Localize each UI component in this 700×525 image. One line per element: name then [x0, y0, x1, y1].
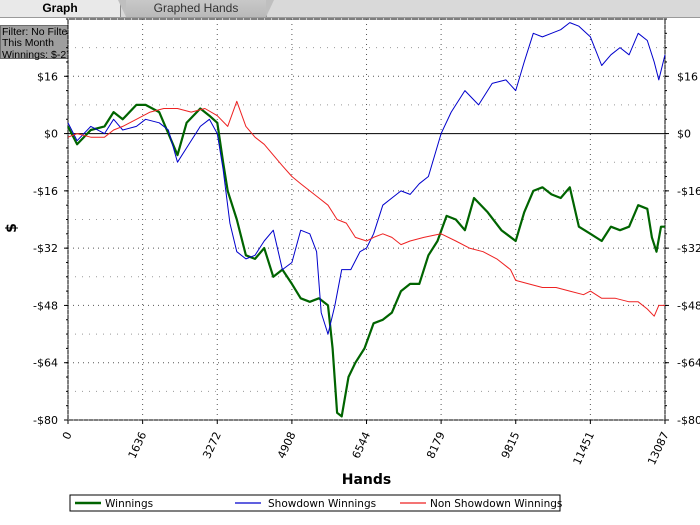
y-tick-label-right: $16 [677, 70, 698, 83]
y-tick-label-right: -$80 [677, 414, 700, 427]
winnings-chart: $16 $16 $0 $0 -$16 -$16 -$32 -$32 -$48 -$48 -$64 -$… [4, 18, 700, 512]
legend-label-2: Showdown Winnings [268, 498, 376, 510]
y-tick-label: -$32 [33, 242, 58, 255]
x-tick-label: 6544 [350, 430, 374, 461]
y-tick-label: $16 [37, 70, 58, 83]
y-tick-label: -$48 [33, 299, 58, 312]
legend-label-3: Non Showdown Winnings [430, 498, 562, 510]
x-tick-label: 11451 [571, 430, 598, 467]
y-axis-title: $ [4, 223, 20, 233]
x-axis-title: Hands [342, 472, 392, 488]
x-tick-label: 1636 [126, 430, 150, 461]
legend-label-1: Winnings [105, 498, 153, 510]
x-tick-label: 4908 [275, 430, 299, 461]
x-tick-label: 8179 [424, 430, 448, 461]
y-tick-label: -$64 [33, 357, 58, 370]
x-tick-label: 9815 [499, 430, 523, 461]
y-tick-label-right: $0 [677, 128, 691, 141]
y-tick-label: -$80 [33, 414, 58, 427]
y-tick-label-right: -$32 [677, 242, 700, 255]
y-tick-label-right: -$48 [677, 299, 700, 312]
y-tick-label: -$16 [33, 185, 58, 198]
x-tick-label: 0 [60, 430, 75, 442]
x-tick-label: 3272 [200, 430, 224, 461]
y-tick-label-right: -$16 [677, 185, 700, 198]
x-tick-label: 13087 [645, 430, 672, 467]
y-tick-label: $0 [44, 128, 58, 141]
y-tick-label-right: -$64 [677, 357, 700, 370]
